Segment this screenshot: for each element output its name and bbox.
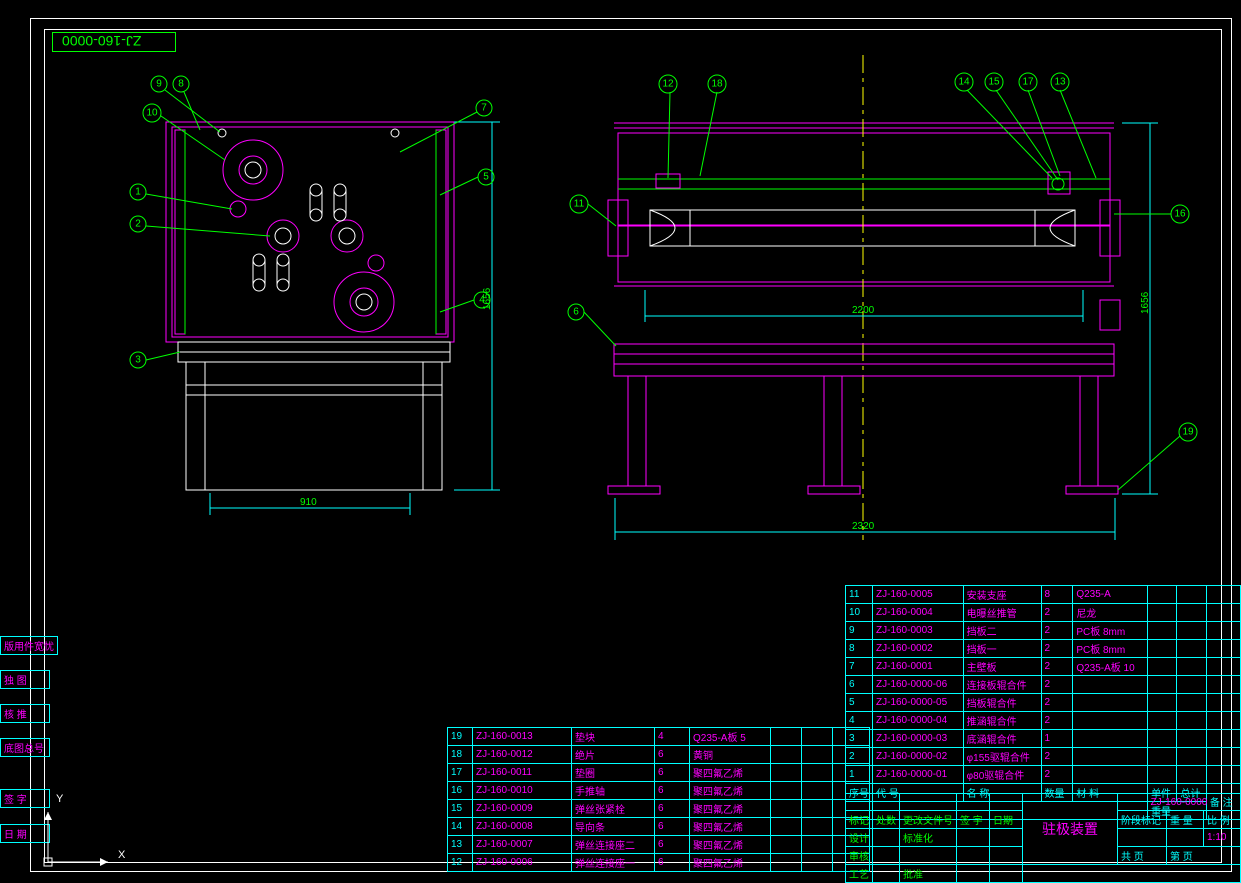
table-row: 10ZJ-160-0004电曝丝推管2尼龙 (846, 604, 1241, 622)
svg-text:2320: 2320 (852, 521, 875, 532)
table-row: 14ZJ-160-0008导向条6聚四氟乙烯 (448, 818, 870, 836)
sidebar-block: 核 推 (0, 704, 50, 723)
drawing-pn: ZJ-160-0000 (1118, 794, 1241, 811)
svg-text:910: 910 (300, 497, 317, 508)
bom-table-lower: 19ZJ-160-0013垫块4Q235-A板 5 18ZJ-160-0012绝… (447, 727, 870, 872)
svg-text:8: 8 (178, 79, 184, 90)
svg-text:7: 7 (481, 103, 487, 114)
table-row: 9ZJ-160-0003挡板二2PC板 8mm (846, 622, 1241, 640)
svg-text:9: 9 (156, 79, 162, 90)
table-row: 12ZJ-160-0006弹丝连接座一6聚四氟乙烯 (448, 854, 870, 872)
ucs-x-label: X (118, 849, 125, 861)
svg-text:11: 11 (574, 199, 585, 210)
svg-text:1: 1 (135, 187, 141, 198)
table-row: 5ZJ-160-0000-05挡板辊合件2 (846, 694, 1241, 712)
ucs-icon (38, 807, 128, 877)
table-row: 11ZJ-160-0005安装支座8Q235-A (846, 586, 1241, 604)
bom-table-upper: 11ZJ-160-0005安装支座8Q235-A 10ZJ-160-0004电曝… (845, 585, 1241, 820)
table-row: 1ZJ-160-0000-01φ80驱辊合件2 (846, 766, 1241, 784)
sidebar-block: 版用件宽忧 (0, 636, 58, 655)
svg-text:2: 2 (135, 219, 141, 230)
svg-text:15: 15 (988, 77, 1000, 88)
sidebar-block: 底图总号 (0, 738, 50, 757)
ucs-y-label: Y (56, 793, 63, 805)
svg-text:2200: 2200 (852, 305, 875, 316)
svg-text:1656: 1656 (1140, 291, 1151, 314)
svg-text:10: 10 (146, 108, 158, 119)
table-row: 4ZJ-160-0000-04推涵辊合件2 (846, 712, 1241, 730)
table-row: 2ZJ-160-0000-02φ155驱辊合件2 (846, 748, 1241, 766)
sidebar-block: 签 字 (0, 789, 50, 808)
title-block: 驻极装置 ZJ-160-0000 标记处数更改文件号签 字日期 阶段标记重 量比… (845, 793, 1241, 883)
svg-text:12: 12 (662, 79, 674, 90)
svg-text:5: 5 (483, 172, 489, 183)
table-row: 8ZJ-160-0002挡板一2PC板 8mm (846, 640, 1241, 658)
table-row: 17ZJ-160-0011垫圈6聚四氟乙烯 (448, 764, 870, 782)
table-row: 6ZJ-160-0000-06连接板辊合件2 (846, 676, 1241, 694)
drawing-title: 驻极装置 (1023, 794, 1118, 865)
svg-text:4: 4 (479, 295, 485, 306)
svg-text:14: 14 (958, 77, 970, 88)
svg-text:6: 6 (573, 307, 579, 318)
svg-text:17: 17 (1022, 77, 1034, 88)
table-row: 13ZJ-160-0007弹丝连接座二6聚四氟乙烯 (448, 836, 870, 854)
table-row: 18ZJ-160-0012绝片6黄铜 (448, 746, 870, 764)
svg-text:18: 18 (711, 79, 723, 90)
table-row: 15ZJ-160-0009弹丝张紧栓6聚四氟乙烯 (448, 800, 870, 818)
svg-text:19: 19 (1182, 427, 1194, 438)
table-row: 3ZJ-160-0000-03底涵辊合件1 (846, 730, 1241, 748)
table-row: 7ZJ-160-0001主壁板2Q235-A板 10 (846, 658, 1241, 676)
svg-text:16: 16 (1174, 209, 1186, 220)
table-row: 19ZJ-160-0013垫块4Q235-A板 5 (448, 728, 870, 746)
sidebar-block: 独 图 (0, 670, 50, 689)
svg-text:13: 13 (1054, 77, 1066, 88)
svg-text:3: 3 (135, 355, 141, 366)
table-row: 16ZJ-160-0010手推轴6聚四氟乙烯 (448, 782, 870, 800)
